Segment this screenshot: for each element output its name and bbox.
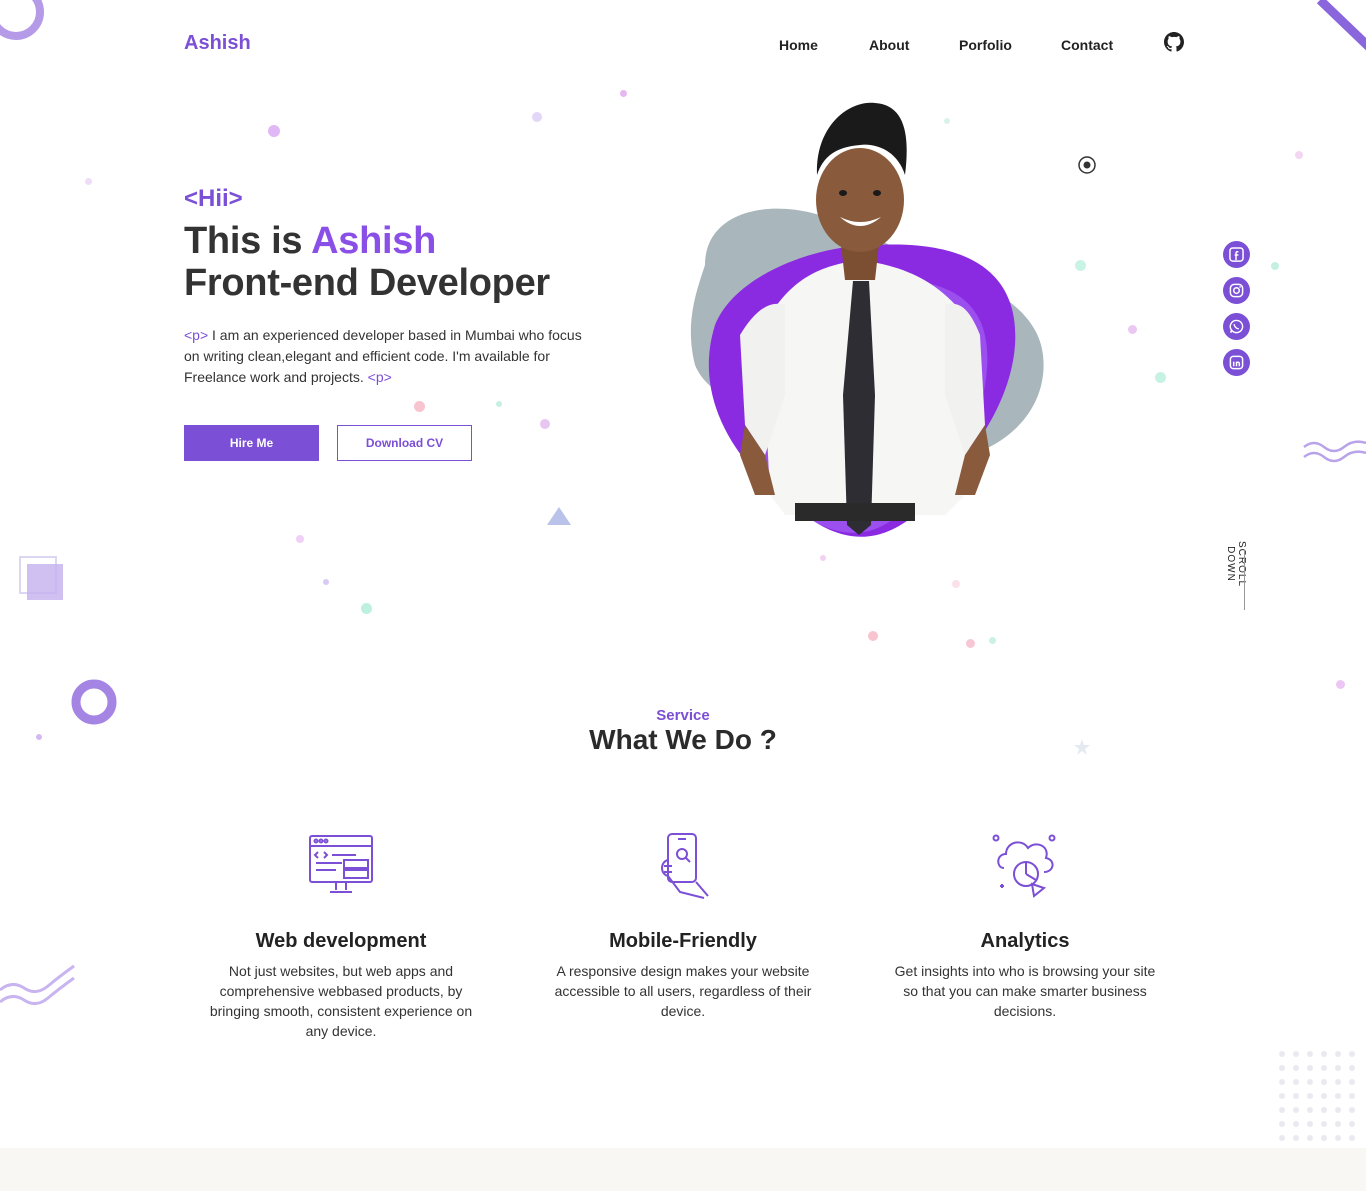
hero-portrait [690,102,1044,537]
particle-dot [414,401,425,412]
particle-dot [1075,260,1086,271]
whatsapp-icon[interactable] [1223,313,1250,340]
particle-dot [1155,372,1166,383]
instagram-icon[interactable] [1223,277,1250,304]
particle-dot [361,603,372,614]
target-decoration [1078,156,1096,174]
particle-dot [1271,262,1279,270]
service-title: Mobile-Friendly [609,930,757,952]
ring-decoration-top-left [0,0,44,40]
greeting-text: <Hii> [184,185,243,212]
nav-about[interactable]: About [869,37,909,53]
mobile-phone-icon [661,833,709,899]
particle-dot [540,419,550,429]
particle-dot [296,535,304,543]
triangle-decoration [547,507,571,525]
nav-home[interactable]: Home [779,37,818,53]
particle-dot [1295,151,1303,159]
facebook-icon[interactable] [1223,241,1250,268]
service-card-mobile: Mobile-Friendly A responsive design make… [538,830,828,1021]
particle-dot [952,580,960,588]
particle-dot [868,631,878,641]
hero-title-line1: This is Ashish [184,220,436,263]
service-text: Not just websites, but web apps and comp… [209,963,473,1039]
hero-title-prefix: This is [184,220,312,262]
stripe-decoration-top-right [1316,0,1366,51]
particle-dot [966,639,975,648]
intro-open-tag: <p> [184,327,209,343]
service-title: Analytics [980,930,1070,952]
download-cv-button[interactable]: Download CV [337,425,472,461]
particle-dot [620,90,627,97]
particle-dot [268,125,280,137]
wave-decoration-right [1303,440,1366,463]
service-card-web: Web development Not just websites, but w… [196,830,486,1041]
service-card-analytics: Analytics Get insights into who is brows… [880,830,1170,1021]
particle-dot [820,555,826,561]
analytics-icon [992,834,1056,898]
nav-portfolio[interactable]: Porfolio [959,37,1012,53]
service-title: Web development [255,930,427,952]
wave-decoration-left [0,964,75,1005]
particle-dot [1128,325,1137,334]
particle-dot [989,637,996,644]
particle-dot [85,178,92,185]
particle-dot [323,579,329,585]
service-text: Get insights into who is browsing your s… [894,963,1156,1019]
hero-intro: <p> I am an experienced developer based … [184,325,584,388]
particle-dot [532,112,542,122]
nav-contact[interactable]: Contact [1061,37,1113,53]
site-logo[interactable]: Ashish [184,32,251,55]
intro-close-tag: <p> [367,369,392,385]
hero-title-line2: Front-end Developer [184,262,550,304]
services-kicker: Service [656,707,710,724]
service-text: A responsive design makes your website a… [554,963,812,1019]
hire-me-button[interactable]: Hire Me [184,425,319,461]
services-title: What We Do ? [589,724,777,755]
hero-title-name: Ashish [311,220,437,262]
dot-grid-decoration [1279,1051,1355,1141]
linkedin-icon[interactable] [1223,349,1250,376]
footer-band [0,1148,1366,1191]
scroll-down-line [1244,550,1245,610]
particle-dot [1336,680,1345,689]
particle-dot [496,401,502,407]
web-development-icon [309,835,373,893]
github-icon[interactable] [1164,32,1184,52]
square-decoration [19,556,63,600]
